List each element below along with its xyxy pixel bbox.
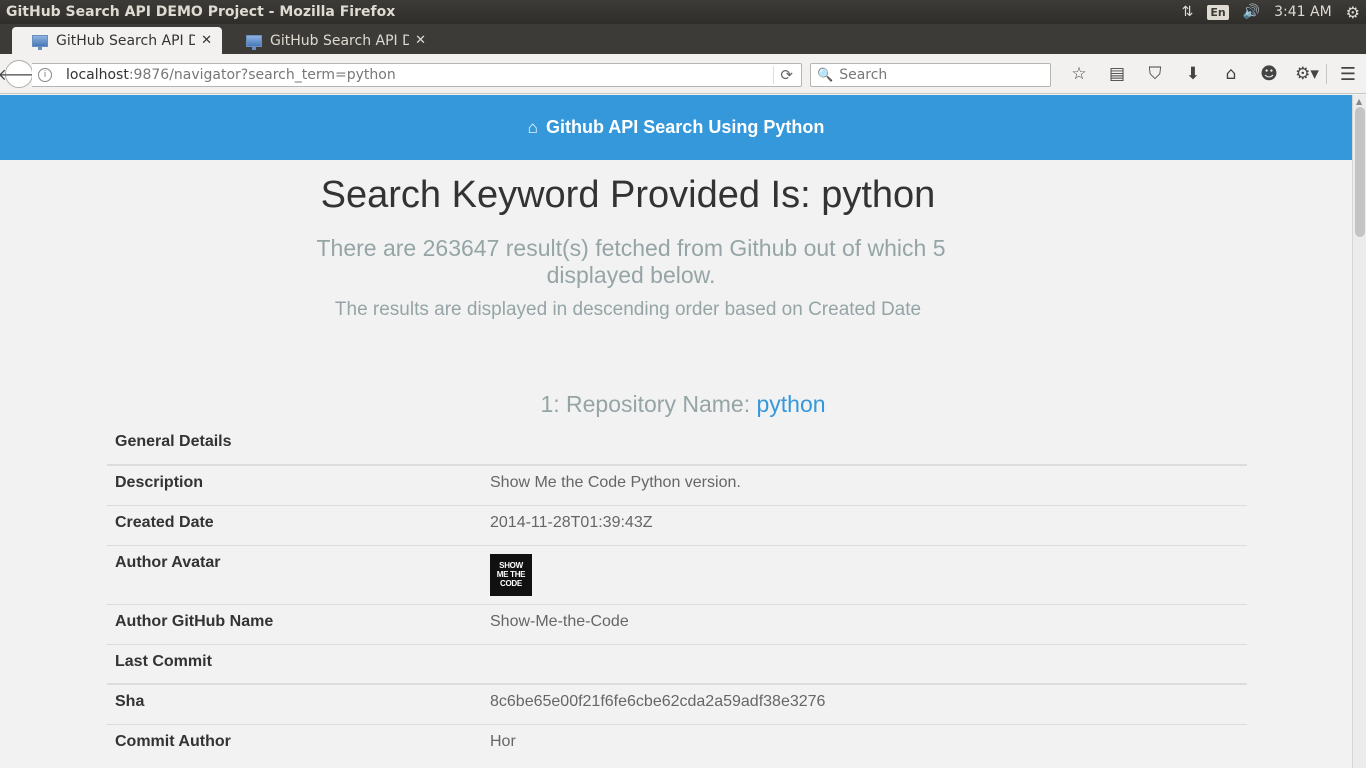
window-title: GitHub Search API DEMO Project - Mozilla… <box>6 4 396 20</box>
row-key: Last Commit <box>107 643 482 685</box>
site-header-title[interactable]: Github API Search Using Python <box>546 117 824 138</box>
table-row: Author GitHub Name Show-Me-the-Code <box>107 603 1247 644</box>
row-value <box>482 643 1247 685</box>
extension-dropdown-icon[interactable]: ⚙▾ <box>1288 64 1326 84</box>
row-key: Commit Author <box>107 723 482 764</box>
table-row: General Details <box>107 425 1247 466</box>
row-key: Sha <box>107 683 482 724</box>
close-icon[interactable]: ✕ <box>201 33 212 48</box>
home-icon[interactable]: ⌂ <box>1212 64 1250 84</box>
home-icon: ⌂ <box>527 117 538 137</box>
tab-github-search-active[interactable]: GitHub Search API D... ✕ <box>12 27 222 54</box>
pocket-icon[interactable]: ⛉ <box>1136 64 1174 84</box>
sort-order-note: The results are displayed in descending … <box>334 299 922 320</box>
scroll-up-arrow-icon[interactable]: ▲ <box>1356 97 1362 106</box>
search-bar[interactable]: 🔍 <box>810 63 1051 87</box>
close-icon[interactable]: ✕ <box>415 33 426 48</box>
table-row: Last Commit <box>107 643 1247 685</box>
url-text[interactable]: localhost:9876/navigator?search_term=pyt… <box>66 67 396 83</box>
info-icon[interactable]: i <box>38 68 52 82</box>
chat-icon[interactable]: ☻ <box>1250 64 1288 84</box>
row-key: Author Avatar <box>107 544 482 604</box>
hamburger-menu-icon[interactable]: ☰ <box>1340 64 1356 85</box>
gear-icon[interactable]: ⚙ <box>1346 3 1360 22</box>
toolbar-separator <box>1326 64 1327 84</box>
row-key: Author GitHub Name <box>107 603 482 644</box>
tab-strip: GitHub Search API D... ✕ GitHub Search A… <box>0 24 1366 73</box>
repository-details-table: General Details Description Show Me the … <box>107 425 1247 764</box>
repository-heading-prefix: 1: Repository Name: <box>540 391 751 417</box>
clock[interactable]: 3:41 AM <box>1274 4 1332 20</box>
row-value: Show-Me-the-Code <box>482 603 1247 644</box>
toolbar-icons: ☆ ▤ ⛉ ⬇ ⌂ ☻ ⚙▾ <box>1060 64 1326 84</box>
network-icon[interactable]: ⇅ <box>1182 4 1194 20</box>
monitor-favicon-icon <box>32 34 48 50</box>
reload-icon[interactable]: ⟳ <box>773 66 793 84</box>
keyboard-language-indicator[interactable]: En <box>1207 4 1229 20</box>
avatar-text: ME THE <box>496 570 526 579</box>
table-row: Sha 8c6be65e00f21f6fe6cbe62cda2a59adf38e… <box>107 683 1247 724</box>
search-input[interactable] <box>839 67 1040 83</box>
navigation-toolbar: 🡐 i localhost:9876/navigator?search_term… <box>0 54 1366 94</box>
url-bar[interactable]: i localhost:9876/navigator?search_term=p… <box>32 63 802 87</box>
row-key: Created Date <box>107 504 482 545</box>
table-row: Author Avatar SHOW ME THE CODE <box>107 544 1247 604</box>
scrollbar-thumb[interactable] <box>1355 107 1365 237</box>
repository-link[interactable]: python <box>756 391 825 417</box>
search-icon: 🔍 <box>817 67 834 83</box>
page-scrollbar[interactable]: ▲ <box>1352 95 1366 768</box>
row-key: General Details <box>107 425 482 466</box>
table-row: Description Show Me the Code Python vers… <box>107 464 1247 505</box>
tab-github-search-inactive[interactable]: GitHub Search API D... ✕ <box>226 27 436 54</box>
row-value: Show Me the Code Python version. <box>482 464 1247 505</box>
row-value: 8c6be65e00f21f6fe6cbe62cda2a59adf38e3276 <box>482 683 1247 724</box>
back-button[interactable]: 🡐 <box>0 60 40 88</box>
tab-label: GitHub Search API D... <box>270 32 410 49</box>
row-key: Description <box>107 464 482 505</box>
avatar-text: SHOW <box>499 561 523 570</box>
bookmark-star-icon[interactable]: ☆ <box>1060 64 1098 84</box>
reading-list-icon[interactable]: ▤ <box>1098 64 1136 84</box>
table-row: Created Date 2014-11-28T01:39:43Z <box>107 504 1247 545</box>
monitor-favicon-icon <box>246 34 262 50</box>
url-path: :9876/navigator?search_term=python <box>128 67 396 83</box>
tab-label: GitHub Search API D... <box>56 32 196 49</box>
search-summary: Search Keyword Provided Is: python There… <box>0 174 1352 321</box>
page-title: Search Keyword Provided Is: python <box>320 174 936 216</box>
table-row: Commit Author Hor <box>107 723 1247 764</box>
download-icon[interactable]: ⬇ <box>1174 64 1212 84</box>
repository-heading: 1: Repository Name: python <box>0 391 1352 418</box>
url-host: localhost <box>66 67 129 83</box>
page-viewport: ⌂ Github API Search Using Python Search … <box>0 95 1352 768</box>
row-value: 2014-11-28T01:39:43Z <box>482 504 1247 545</box>
avatar-text: CODE <box>500 579 522 588</box>
site-header: ⌂ Github API Search Using Python <box>0 95 1352 160</box>
volume-icon[interactable]: 🔊 <box>1243 4 1260 20</box>
system-tray: ⇅ En 🔊 3:41 AM ⚙ <box>1182 0 1366 24</box>
row-value <box>482 425 1247 466</box>
result-count-text: There are 263647 result(s) fetched from … <box>316 235 946 288</box>
window-titlebar: GitHub Search API DEMO Project - Mozilla… <box>0 0 1366 24</box>
author-avatar: SHOW ME THE CODE <box>490 553 532 596</box>
row-value: Hor <box>482 723 1247 764</box>
row-value: SHOW ME THE CODE <box>482 544 1247 604</box>
